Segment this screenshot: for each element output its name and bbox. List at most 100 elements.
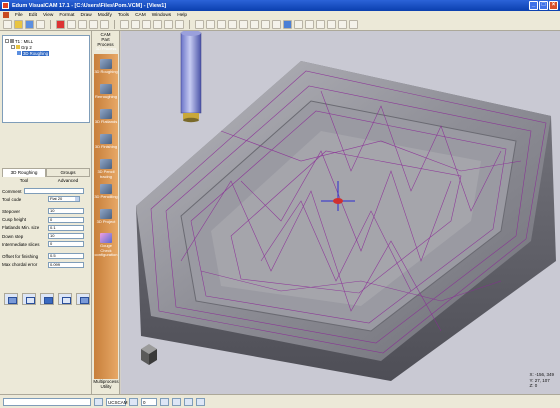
3d-viewport[interactable]: X: -156, 349 Y: 27, 107 Z: 0 <box>121 31 560 394</box>
rotate-view-icon[interactable] <box>195 20 204 29</box>
parameters-form: Comment Tool code Flat 20 Stepover 10 Cu… <box>2 187 90 269</box>
zoom-window-icon[interactable] <box>206 20 215 29</box>
tile-3d-project[interactable]: 3D Project <box>94 208 118 228</box>
expand-icon[interactable] <box>5 39 9 43</box>
toolpath-display-icon[interactable] <box>338 20 347 29</box>
new-file-icon[interactable] <box>3 20 12 29</box>
save-icon[interactable] <box>25 20 34 29</box>
ortho-icon[interactable] <box>153 20 162 29</box>
menu-windows[interactable]: Windows <box>152 13 171 18</box>
layer-icon[interactable] <box>129 397 138 406</box>
stepover-field[interactable]: 10 <box>48 208 84 215</box>
tab-3d-roughing[interactable]: 3D Roughing <box>2 168 46 177</box>
tool-shank <box>180 32 202 114</box>
maximize-button[interactable]: □ <box>539 1 548 10</box>
redo-icon[interactable] <box>100 20 109 29</box>
view-right-icon[interactable] <box>272 20 281 29</box>
tab-groups[interactable]: Groups <box>46 168 90 177</box>
open-file-icon[interactable] <box>14 20 23 29</box>
postprocess-icon[interactable] <box>58 293 72 305</box>
gouge-check-icon <box>100 233 112 243</box>
intermediate-slices-field[interactable]: 0 <box>48 241 84 248</box>
sub-tabs: Tool Advanced <box>2 177 90 185</box>
display-icon[interactable] <box>327 20 336 29</box>
tab-advanced[interactable]: Advanced <box>46 177 90 185</box>
menu-help[interactable]: Help <box>177 13 187 18</box>
tile-3d-roughing[interactable]: 3D Roughing <box>94 58 118 78</box>
document-icon[interactable] <box>3 12 9 18</box>
view-iso-icon[interactable] <box>283 20 292 29</box>
calculate-icon[interactable] <box>4 293 18 305</box>
tile-label: Gouge Check configuration <box>94 243 118 257</box>
layer-icon[interactable] <box>164 20 173 29</box>
undo-icon[interactable] <box>89 20 98 29</box>
tile-gouge-check[interactable]: Gouge Check configuration <box>94 232 118 258</box>
print-icon[interactable] <box>36 20 45 29</box>
shade-icon[interactable] <box>294 20 303 29</box>
menu-view[interactable]: View <box>43 13 53 18</box>
toolbar-separator <box>189 20 190 29</box>
close-button[interactable]: × <box>549 1 558 10</box>
comment-field[interactable] <box>24 188 84 195</box>
copy-icon[interactable] <box>67 20 76 29</box>
menu-tools[interactable]: Tools <box>118 13 129 18</box>
offset-finishing-field[interactable]: 0.5 <box>48 253 84 260</box>
simulate-icon[interactable] <box>40 293 54 305</box>
tile-3d-pencil-tracing[interactable]: 3D Pencil tracing <box>94 158 118 178</box>
pan-icon[interactable] <box>228 20 237 29</box>
tab-tool[interactable]: Tool <box>2 177 46 185</box>
menu-modify[interactable]: Modify <box>98 13 112 18</box>
toolbar-separator <box>50 20 51 29</box>
tool-code-select[interactable]: Flat 20 <box>48 196 80 203</box>
down-step-field[interactable]: 10 <box>48 233 84 240</box>
snap-toggle-icon[interactable] <box>160 397 169 406</box>
menu-draw[interactable]: Draw <box>81 13 92 18</box>
form-row: Intermediate slices 0 <box>2 240 90 248</box>
snap-icon[interactable] <box>131 20 140 29</box>
view-top-icon[interactable] <box>250 20 259 29</box>
tree-item-roughing[interactable]: 3D Roughing <box>5 50 87 56</box>
cusp-height-field[interactable]: 0 <box>48 216 84 223</box>
menu-edit[interactable]: Edit <box>29 13 37 18</box>
select-icon[interactable] <box>120 20 129 29</box>
flatlands-icon <box>100 109 112 119</box>
view-front-icon[interactable] <box>261 20 270 29</box>
cut-icon[interactable] <box>56 20 65 29</box>
menu-file[interactable]: File <box>15 13 23 18</box>
expand-icon[interactable] <box>11 45 15 49</box>
render-icon[interactable] <box>316 20 325 29</box>
tile-3d-flatlands[interactable]: 3D Flatlands <box>94 108 118 128</box>
flatlands-field[interactable]: 0.1 <box>48 224 84 231</box>
tile-label: 3D Roughing <box>94 69 118 74</box>
down-step-label: Down step <box>2 233 24 239</box>
zoom-icon[interactable] <box>239 20 248 29</box>
menu-format[interactable]: Format <box>59 13 74 18</box>
regenerate-icon[interactable] <box>22 293 36 305</box>
tile-3d-pencilling[interactable]: 3D Pencilling <box>94 183 118 203</box>
form-row: Max chordal error 0.099 <box>2 261 90 269</box>
ucs-icon[interactable] <box>94 397 103 406</box>
object-snap-icon[interactable] <box>196 397 205 406</box>
grid-toggle-icon[interactable] <box>172 397 181 406</box>
zoom-extents-icon[interactable] <box>217 20 226 29</box>
settings-icon[interactable] <box>76 293 90 305</box>
value-select[interactable]: 0 <box>141 397 157 406</box>
cam-footer-utility[interactable]: Utility <box>92 384 120 389</box>
minimize-button[interactable]: _ <box>529 1 538 10</box>
ucs-select[interactable]: UCSCAM <box>106 397 128 406</box>
paste-icon[interactable] <box>78 20 87 29</box>
properties-icon[interactable] <box>175 20 184 29</box>
chordal-error-field[interactable]: 0.099 <box>48 261 84 268</box>
simulate-icon[interactable] <box>349 20 358 29</box>
command-input[interactable] <box>3 397 91 406</box>
wireframe-icon[interactable] <box>305 20 314 29</box>
ortho-toggle-icon[interactable] <box>184 397 193 406</box>
tile-3d-process[interactable]: 3D Process <box>94 45 118 53</box>
origin-dot <box>333 198 343 204</box>
tool-icon <box>10 39 14 43</box>
form-row: Cusp height 0 <box>2 216 90 224</box>
menu-cam[interactable]: CAM <box>135 13 146 18</box>
tile-rerroughing[interactable]: Rerroughing <box>94 83 118 103</box>
tile-3d-finishing[interactable]: 3D Finishing <box>94 133 118 153</box>
grid-icon[interactable] <box>142 20 151 29</box>
